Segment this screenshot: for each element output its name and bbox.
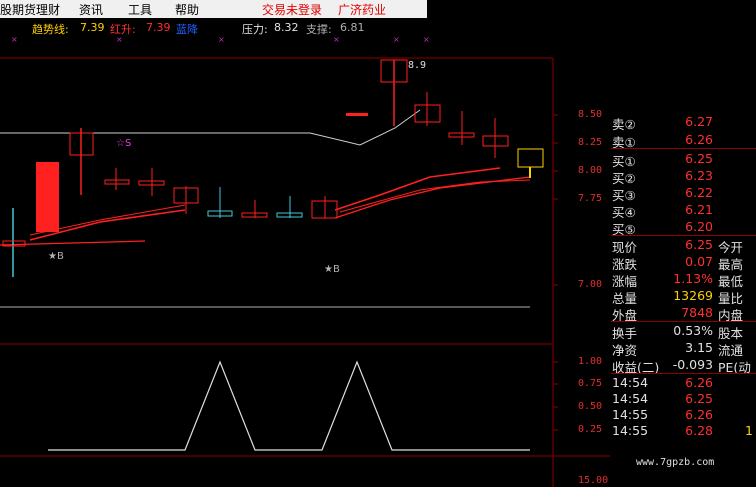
fund-value: 0.53% — [673, 323, 713, 338]
svg-text:×: × — [423, 35, 430, 44]
svg-text:×: × — [393, 35, 400, 44]
divider — [611, 148, 756, 149]
price-axis-label: 8.25 — [578, 137, 603, 148]
sell-signal: ☆S — [116, 138, 132, 149]
osc-axis-label: 0.75 — [578, 378, 603, 389]
tick-volume: 1 — [745, 423, 753, 438]
stat-value: 13269 — [673, 288, 713, 303]
divider — [611, 321, 756, 322]
price-axis-label: 7.75 — [578, 193, 603, 204]
sell2-label: 卖② — [612, 117, 636, 132]
divider — [611, 373, 756, 374]
buy-price: 6.25 — [685, 151, 713, 166]
buy-price: 6.21 — [685, 202, 713, 217]
osc-axis-label: 1.00 — [578, 356, 603, 367]
fund-value: 3.15 — [685, 340, 713, 355]
watermark: www.7gpzb.com — [636, 457, 715, 468]
tick-time: 14:55 — [612, 407, 649, 422]
svg-text:×: × — [218, 35, 225, 44]
tick-time: 14:54 — [612, 391, 649, 406]
svg-text:×: × — [11, 35, 18, 44]
sell1-price: 6.26 — [685, 132, 713, 147]
tick-price: 6.28 — [685, 423, 713, 438]
stat-value: 1.13% — [673, 271, 713, 286]
buy-price: 6.22 — [685, 185, 713, 200]
price-axis-label: 8.50 — [578, 109, 603, 120]
stat-value: 7848 — [681, 305, 713, 320]
svg-text:×: × — [116, 35, 123, 44]
buy-signal: ★B — [48, 251, 64, 262]
high-marker: 8.9 — [408, 60, 427, 71]
divider — [611, 235, 756, 236]
tick-time: 14:55 — [612, 423, 649, 438]
buy-price: 6.20 — [685, 219, 713, 234]
buy-signal: ★B — [324, 264, 340, 275]
stat-value: 0.07 — [685, 254, 713, 269]
tick-price: 6.25 — [685, 391, 713, 406]
osc-axis-label: 0.25 — [578, 424, 603, 435]
sell2-price: 6.27 — [685, 114, 713, 129]
svg-text:×: × — [333, 35, 340, 44]
volume-axis-label: 15.00 — [578, 475, 609, 486]
price-axis-label: 7.00 — [578, 279, 603, 290]
osc-axis-label: 0.50 — [578, 401, 603, 412]
buy-price: 6.23 — [685, 168, 713, 183]
price-axis-label: 8.00 — [578, 165, 603, 176]
stat-value: 6.25 — [685, 237, 713, 252]
tick-time: 14:54 — [612, 375, 649, 390]
tick-price: 6.26 — [685, 375, 713, 390]
fund-value: -0.093 — [672, 357, 713, 372]
tick-price: 6.26 — [685, 407, 713, 422]
